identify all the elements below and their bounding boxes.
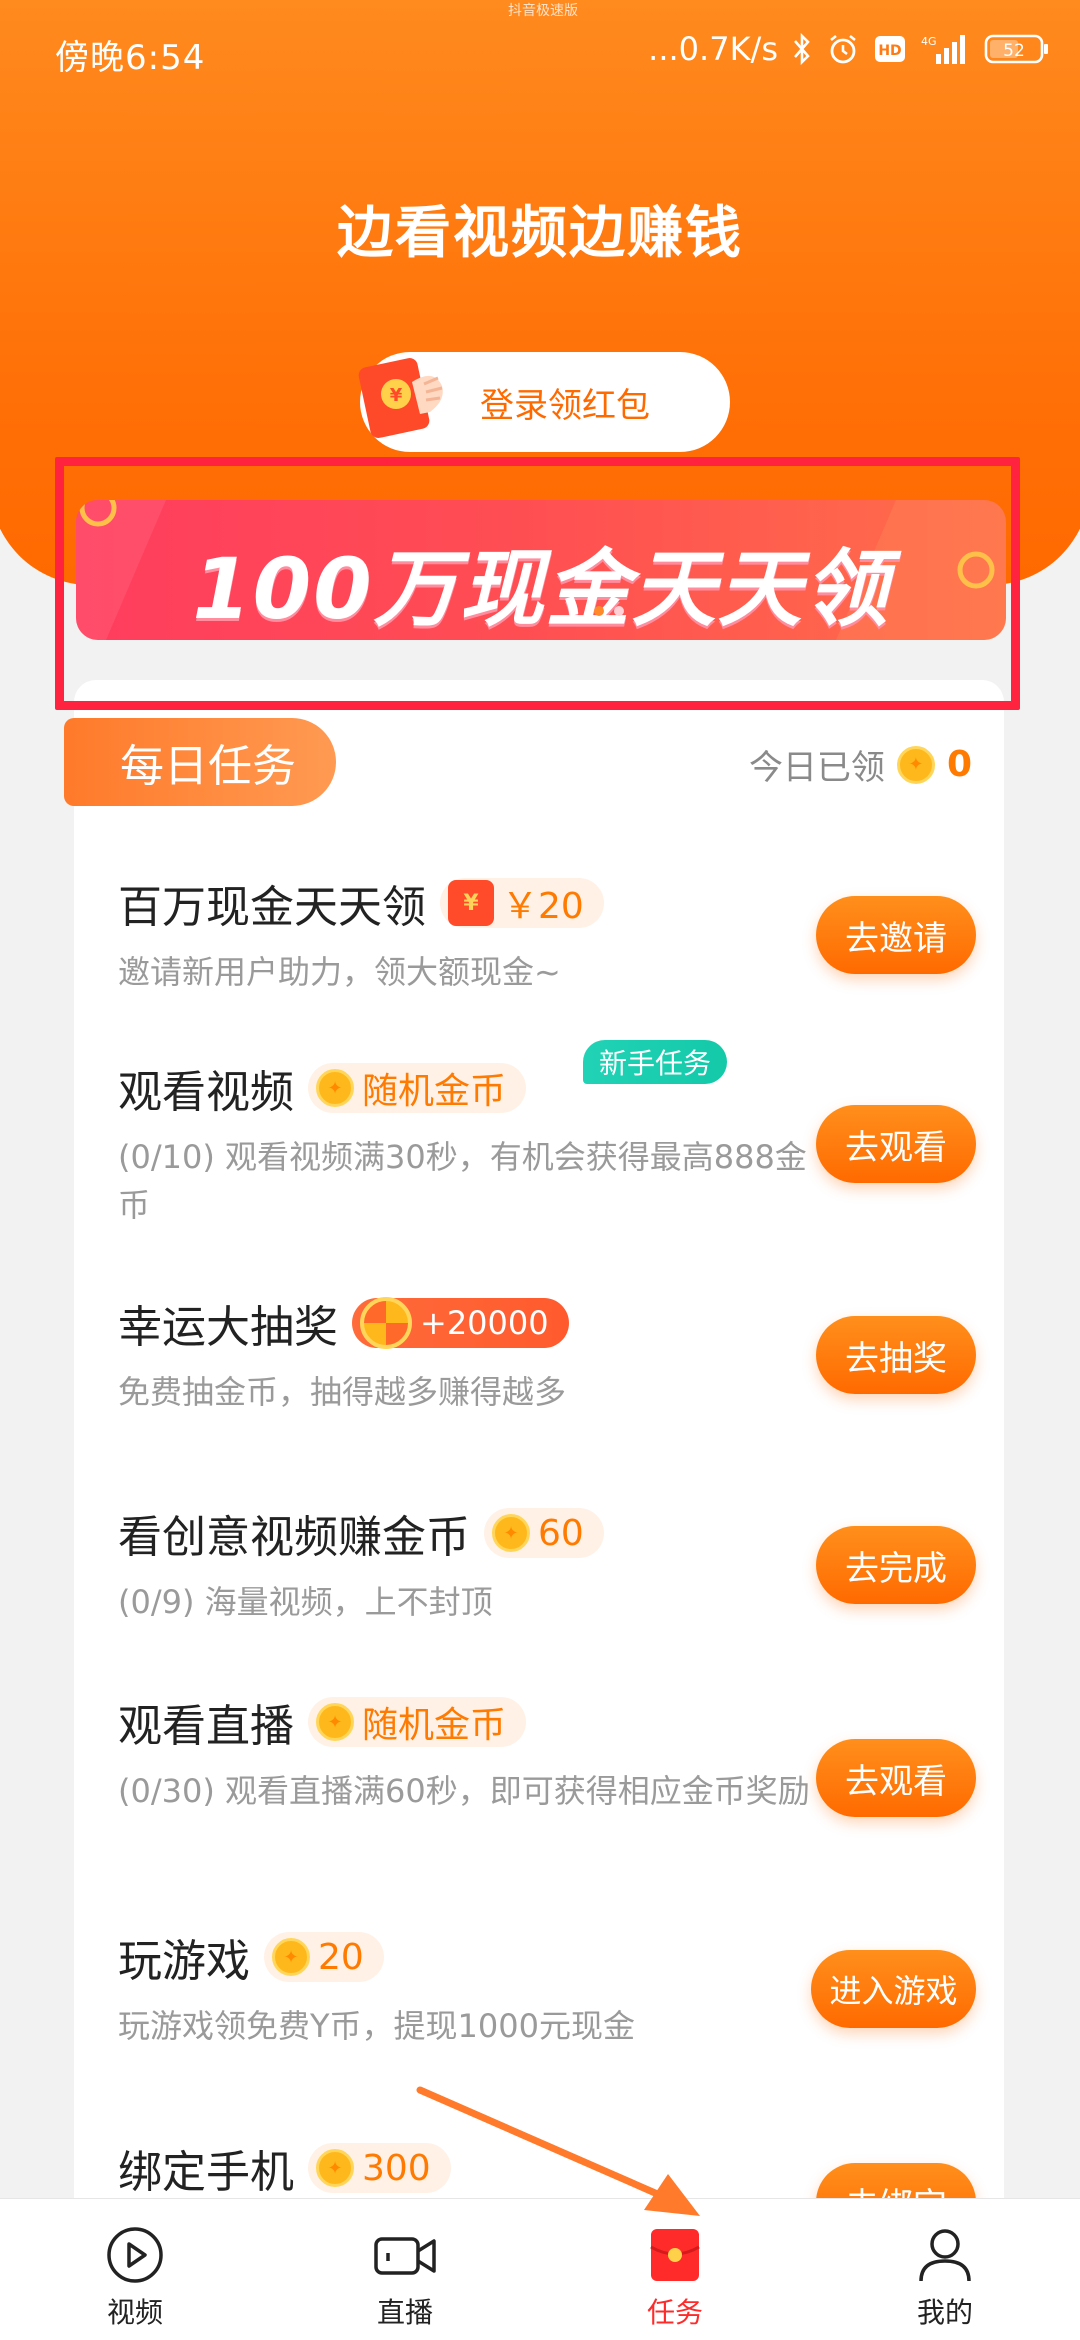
nav-item-live[interactable]: 直播	[270, 2199, 540, 2340]
task-item: 观看视频 ✦ 随机金币 (0/10) 观看视频满30秒，有机会获得最高888金币…	[118, 1053, 1018, 1229]
status-bar: 傍晚6:54 抖音极速版 ...0.7K/s HD 4G 52	[0, 0, 1080, 100]
invite-button[interactable]: 去邀请	[816, 896, 976, 974]
task-item: 绑定手机 ✦ 300 去绑定	[118, 2133, 1018, 2241]
watch-live-button[interactable]: 去观看	[816, 1739, 976, 1817]
red-envelope-icon	[650, 2229, 700, 2281]
tasks-page: 傍晚6:54 抖音极速版 ...0.7K/s HD 4G 52 边看视频边赚钱 …	[0, 0, 1080, 2340]
alarm-icon	[826, 32, 860, 66]
task-title: 看创意视频赚金币	[118, 1512, 470, 1563]
task-desc: 免费抽金币，抽得越多赚得越多	[118, 1373, 567, 1411]
coin-icon: ✦	[272, 1938, 310, 1976]
task-desc: (0/10) 观看视频满30秒，有机会获得最高888金币	[118, 1138, 807, 1224]
watch-video-button[interactable]: 去观看	[816, 1105, 976, 1183]
task-title: 玩游戏	[118, 1936, 250, 1987]
hd-icon: HD	[874, 35, 906, 63]
nav-label: 直播	[376, 2296, 433, 2329]
highlight-frame	[55, 457, 1020, 710]
task-title: 观看视频	[118, 1067, 294, 1118]
reward-pill: ✦ 20	[264, 1932, 384, 1982]
reward-pill: ✦ 随机金币	[308, 1697, 527, 1747]
reward-value: 随机金币	[362, 1705, 507, 1746]
lottery-wheel-icon	[360, 1297, 412, 1349]
nav-item-me[interactable]: 我的	[810, 2199, 1080, 2340]
nav-item-video[interactable]: 视频	[0, 2199, 270, 2340]
play-circle-icon	[107, 2227, 163, 2283]
coin-icon: ✦	[492, 1514, 530, 1552]
task-desc: (0/9) 海量视频，上不封顶	[118, 1583, 493, 1621]
task-item: 幸运大抽奖 +20000 免费抽金币，抽得越多赚得越多 去抽奖	[118, 1288, 1018, 1416]
coin-icon: ✦	[316, 1069, 354, 1107]
bluetooth-icon	[792, 32, 812, 66]
task-desc: (0/30) 观看直播满60秒，即可获得相应金币奖励	[118, 1772, 810, 1810]
reward-value: 随机金币	[362, 1071, 507, 1112]
coin-icon: ✦	[896, 745, 935, 784]
page-title: 边看视频边赚钱	[337, 201, 743, 266]
complete-button[interactable]: 去完成	[816, 1526, 976, 1604]
svg-text:52: 52	[1003, 41, 1025, 61]
svg-text:HD: HD	[878, 43, 901, 59]
svg-text:¥: ¥	[390, 385, 403, 406]
login-button-label: 登录领红包	[480, 385, 650, 426]
status-time: 傍晚6:54	[55, 38, 206, 78]
reward-pill: +20000	[352, 1297, 569, 1349]
today-claimed-count: 0	[946, 744, 972, 785]
coin-icon: ✦	[316, 2149, 354, 2187]
status-center-text: 抖音极速版	[508, 3, 578, 19]
video-camera-icon	[374, 2237, 436, 2275]
cash-envelope-icon: ¥	[448, 880, 494, 926]
nav-label: 视频	[106, 2296, 163, 2329]
reward-value: 300	[362, 2147, 431, 2189]
task-title: 幸运大抽奖	[118, 1302, 338, 1353]
task-title: 观看直播	[118, 1701, 294, 1752]
task-desc: 玩游戏领免费Y币，提现1000元现金	[118, 2007, 635, 2045]
task-title: 绑定手机	[118, 2147, 294, 2198]
lottery-button[interactable]: 去抽奖	[816, 1316, 976, 1394]
nav-item-tasks[interactable]: 任务	[540, 2199, 810, 2340]
task-item: 看创意视频赚金币 ✦ 60 (0/9) 海量视频，上不封顶 去完成	[118, 1498, 1018, 1626]
battery-icon: 52	[984, 32, 1050, 66]
task-item: 玩游戏 ✦ 20 玩游戏领免费Y币，提现1000元现金 进入游戏	[118, 1922, 1018, 2050]
reward-value: 20	[318, 1936, 364, 1978]
task-item: 百万现金天天领 ¥ ￥20 邀请新用户助力，领大额现金~ 去邀请	[118, 868, 1018, 996]
task-item: 观看直播 ✦ 随机金币 (0/30) 观看直播满60秒，即可获得相应金币奖励 去…	[118, 1687, 1018, 1817]
task-desc: 邀请新用户助力，领大额现金~	[118, 953, 561, 991]
svg-text:4G: 4G	[921, 35, 937, 48]
reward-value: +20000	[420, 1304, 549, 1342]
reward-pill: ✦ 60	[484, 1508, 604, 1558]
today-claimed-label: 今日已领	[748, 748, 885, 788]
newbie-task-badge: 新手任务	[583, 1040, 728, 1084]
daily-tasks-label: 每日任务	[120, 741, 296, 792]
nav-label: 任务	[646, 2296, 703, 2329]
task-title: 百万现金天天领	[118, 882, 426, 933]
today-claimed: 今日已领 ✦ 0	[749, 740, 972, 789]
coin-icon: ✦	[316, 1703, 354, 1741]
reward-pill: ✦ 300	[308, 2143, 451, 2193]
reward-value: ￥20	[502, 886, 584, 927]
status-icons: ...0.7K/s HD 4G 52	[648, 30, 1050, 68]
red-packet-icon: ¥	[350, 338, 460, 448]
enter-game-button[interactable]: 进入游戏	[811, 1950, 976, 2028]
daily-tasks-tag: 每日任务	[64, 718, 336, 806]
reward-pill: ✦ 随机金币	[308, 1063, 527, 1113]
bottom-nav: 视频 直播 任务 我的	[0, 2198, 1080, 2340]
person-icon	[919, 2229, 971, 2282]
network-speed: ...0.7K/s	[648, 30, 778, 68]
reward-pill: ¥ ￥20	[440, 878, 604, 928]
nav-label: 我的	[916, 2296, 973, 2329]
signal-icon: 4G	[920, 32, 970, 66]
reward-value: 60	[538, 1512, 584, 1554]
